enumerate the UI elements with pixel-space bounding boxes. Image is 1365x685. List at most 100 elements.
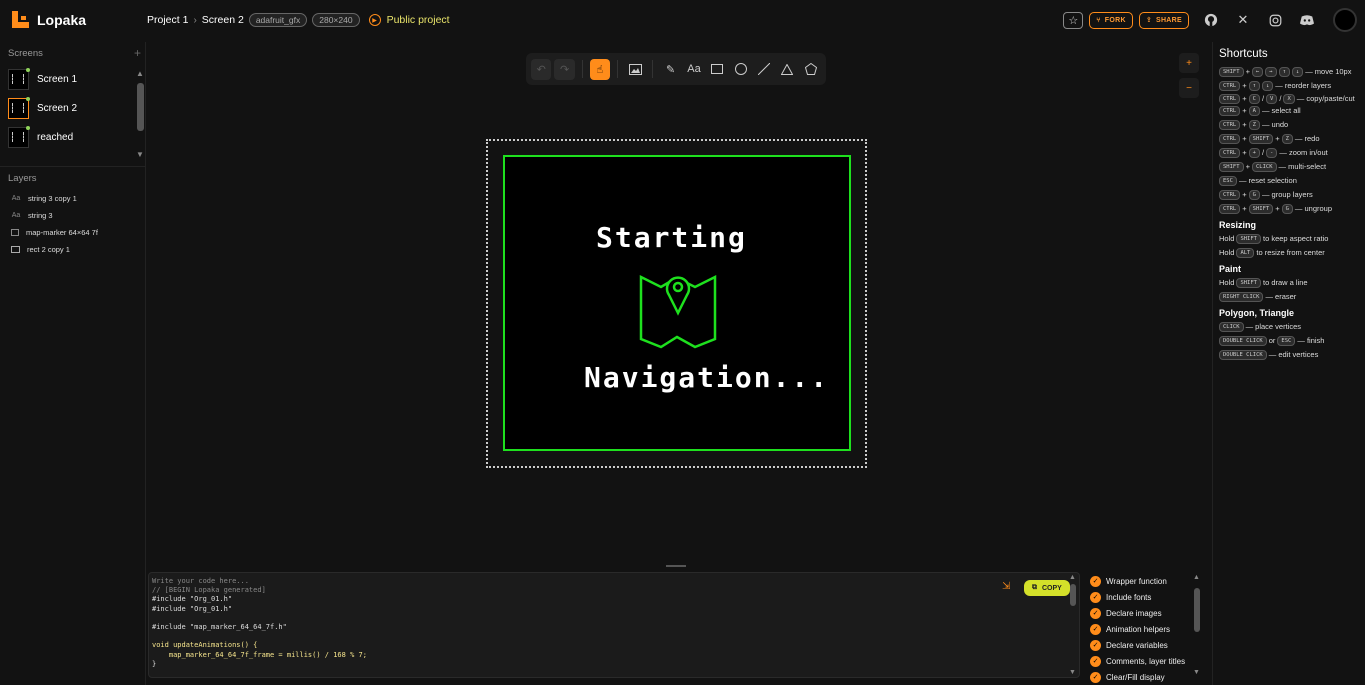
screen-item-1[interactable]: Screen 1	[0, 65, 145, 94]
code-scrollbar[interactable]: ▲ ▼	[1069, 574, 1077, 676]
fork-icon: ⑂	[1096, 16, 1101, 24]
copy-icon: ⧉	[1032, 584, 1037, 591]
option-checkbox[interactable]: ✓ Wrapper function	[1090, 573, 1204, 589]
code-line: map_marker_64_64_7f_frame = millis() / 1…	[152, 650, 367, 659]
check-icon: ✓	[1090, 575, 1101, 587]
options-scrollbar[interactable]: ▲ ▼	[1193, 574, 1201, 676]
navigation-text[interactable]: Navigation...	[584, 361, 829, 394]
option-checkbox[interactable]: ✓ Declare variables	[1090, 637, 1204, 653]
layer-item[interactable]: Aa string 3	[0, 207, 145, 224]
code-line: #include "Org_01.h"	[152, 595, 233, 604]
zoom-in-button[interactable]: +	[1179, 53, 1199, 73]
public-project-indicator: ▶ Public project	[368, 14, 450, 26]
resizing-title: Resizing	[1219, 220, 1257, 230]
scroll-down-icon[interactable]: ▼	[136, 150, 144, 159]
redo-button[interactable]: ↷	[554, 58, 575, 80]
paint-tool-button[interactable]: ✎	[660, 59, 680, 80]
option-checkbox[interactable]: ✓ Comments, layer titles	[1090, 653, 1204, 669]
text-tool-button[interactable]: Aa	[684, 59, 704, 80]
paint-title: Paint	[1219, 264, 1242, 274]
layer-item[interactable]: rect 2 copy 1	[0, 241, 145, 258]
option-checkbox[interactable]: ✓ Declare images	[1090, 605, 1204, 621]
screen-label: Screen 2	[37, 103, 78, 114]
scroll-down-icon[interactable]: ▼	[1193, 669, 1200, 676]
scroll-down-icon[interactable]: ▼	[1069, 669, 1076, 676]
screen-thumbnail	[8, 126, 30, 148]
circle-tool-button[interactable]	[731, 59, 751, 80]
screens-title: Screens	[8, 48, 43, 59]
size-tag[interactable]: 280×240	[312, 13, 360, 27]
instagram-icon[interactable]	[1265, 10, 1285, 30]
polygon-title: Polygon, Triangle	[1219, 308, 1295, 318]
option-checkbox[interactable]: ✓ Animation helpers	[1090, 621, 1204, 637]
zoom-out-button[interactable]: −	[1179, 78, 1199, 98]
starting-text[interactable]: Starting	[596, 221, 747, 254]
star-icon: ☆	[1068, 14, 1079, 27]
app-logo[interactable]: Lopaka	[12, 11, 86, 28]
screen-preview[interactable]: Starting Navigation...	[503, 155, 851, 451]
check-icon: ✓	[1090, 655, 1101, 667]
pointer-icon: ☝	[596, 63, 604, 76]
brush-icon: ✎	[665, 63, 676, 76]
x-icon[interactable]: ✕	[1233, 10, 1253, 30]
layer-list: Aa string 3 copy 1 Aa string 3 map-marke…	[0, 190, 145, 258]
display-canvas[interactable]: Starting Navigation...	[486, 139, 867, 468]
top-bar: Lopaka Project 1 › Screen 2 adafruit_gfx…	[0, 0, 1365, 42]
lopaka-logo-icon	[12, 11, 29, 28]
code-line: #include "map_marker_64_64_7f.h"	[152, 622, 287, 631]
layer-item[interactable]: Aa string 3 copy 1	[0, 190, 145, 207]
line-tool-button[interactable]	[754, 59, 774, 80]
rectangle-tool-button[interactable]	[707, 59, 727, 80]
add-screen-icon[interactable]: +	[134, 46, 141, 60]
layer-item[interactable]: map-marker 64×64 7f	[0, 224, 145, 241]
select-tool-button[interactable]: ☝	[589, 58, 611, 80]
drawing-toolbar: ↶ ↷ ☝ ✎ Aa	[526, 53, 826, 85]
check-icon: ✓	[1090, 623, 1101, 635]
public-label: Public project	[386, 14, 450, 26]
option-checkbox[interactable]: ✓ Include fonts	[1090, 589, 1204, 605]
chevron-right-icon: ›	[193, 14, 197, 26]
undo-button[interactable]: ↶	[531, 58, 552, 80]
github-icon[interactable]	[1201, 10, 1221, 30]
panel-resize-handle[interactable]	[666, 565, 686, 567]
option-checkbox[interactable]: ✓ Clear/Fill display	[1090, 669, 1204, 685]
check-icon: ✓	[1090, 639, 1101, 651]
screen-thumbnail	[8, 68, 30, 90]
breadcrumb-project[interactable]: Project 1	[147, 14, 188, 26]
fork-button[interactable]: ⑂ FORK	[1089, 11, 1133, 29]
layers-title: Layers	[0, 166, 145, 190]
avatar[interactable]	[1333, 8, 1357, 32]
screen-item-2[interactable]: Screen 2	[0, 94, 145, 123]
copy-code-button[interactable]: ⧉ COPY	[1024, 580, 1070, 596]
screen-thumbnail	[8, 97, 30, 119]
scroll-up-icon[interactable]: ▲	[1193, 574, 1200, 581]
import-icon[interactable]: ⇲	[1002, 581, 1010, 592]
code-line: Write your code here...	[152, 577, 249, 585]
polygon-tool-button[interactable]	[801, 59, 821, 80]
text-icon: Aa	[11, 212, 21, 219]
scroll-up-icon[interactable]: ▲	[1069, 574, 1076, 581]
map-marker-icon[interactable]	[639, 265, 717, 349]
image-tool-button[interactable]	[625, 59, 645, 80]
star-button[interactable]: ☆	[1063, 11, 1084, 29]
shortcuts-panel: Shortcuts SHIFT + ← → ↑ ↓ — move 10px CTRL + ↑ ↓ —…	[1212, 42, 1365, 685]
code-line: // [BEGIN Lopaka generated]	[152, 586, 266, 595]
code-editor[interactable]: Write your code here...// [BEGIN Lopaka …	[148, 572, 1080, 678]
code-line: void updateAnimations() {	[152, 641, 258, 650]
app-name: Lopaka	[37, 11, 87, 28]
code-options: ✓ Wrapper function ✓ Include fonts ✓ Declare …	[1090, 573, 1204, 685]
breadcrumb: Project 1 › Screen 2 adafruit_gfx 280×24…	[147, 13, 450, 27]
share-icon: ⇪	[1145, 17, 1152, 24]
screens-scrollbar[interactable]: ▲ ▼	[136, 69, 144, 159]
text-icon: Aa	[11, 195, 21, 202]
shortcuts-title: Shortcuts	[1219, 48, 1268, 60]
breadcrumb-screen[interactable]: Screen 2	[202, 14, 244, 26]
scroll-up-icon[interactable]: ▲	[136, 69, 144, 78]
triangle-tool-button[interactable]	[777, 59, 797, 80]
discord-icon[interactable]	[1297, 10, 1317, 30]
share-button[interactable]: ⇪ SHARE	[1138, 11, 1189, 29]
screen-item-3[interactable]: reached	[0, 123, 145, 152]
platform-tag[interactable]: adafruit_gfx	[248, 13, 308, 27]
